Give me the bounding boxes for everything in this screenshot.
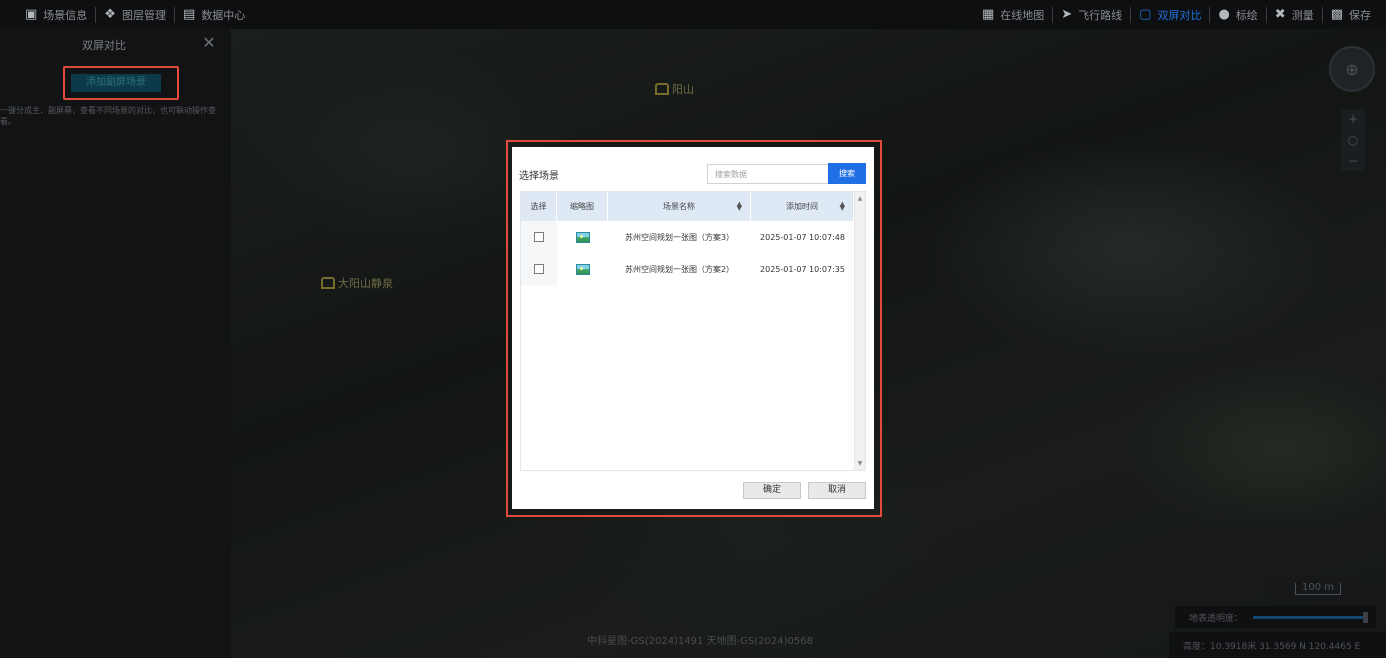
- column-header-time-label: 添加时间: [786, 202, 818, 211]
- map-label-text: 阳山: [672, 83, 694, 96]
- image-thumbnail-icon: [575, 231, 590, 243]
- toolbar-save-label: 保存: [1349, 8, 1371, 22]
- image-thumbnail-icon: [575, 263, 590, 275]
- sort-icon[interactable]: ▲ ▼: [737, 201, 742, 212]
- place-pin-icon: [321, 277, 335, 289]
- dual-screen-icon: ▢: [1139, 7, 1152, 22]
- toolbar-separator: [173, 6, 175, 23]
- toolbar-data-center[interactable]: ▤ 数据中心: [178, 0, 250, 29]
- online-map-icon: ▦: [981, 7, 995, 22]
- add-secondary-scene-button[interactable]: 添加副屏场景: [71, 74, 161, 92]
- search-input[interactable]: [707, 164, 829, 184]
- table-row[interactable]: 苏州空间规划一张图（方案3） 2025-01-07 10:07:48: [521, 221, 854, 253]
- flight-route-icon: ➤: [1061, 7, 1073, 22]
- toolbar-separator: [1265, 6, 1267, 23]
- table-row[interactable]: 苏州空间规划一张图（方案2） 2025-01-07 10:07:35: [521, 253, 854, 285]
- zoom-in-icon[interactable]: +: [1348, 112, 1358, 126]
- scene-table: 选择 缩略图 场景名称 ▲ ▼ 添加时间 ▲ ▼ 苏州空间规划一张图（方案3） …: [520, 191, 866, 471]
- toolbar-layer-manage[interactable]: ❖ 图层管理: [99, 0, 171, 29]
- cancel-button[interactable]: 取消: [808, 482, 866, 499]
- top-toolbar: ▣ 场景信息 ❖ 图层管理 ▤ 数据中心 ▦ 在线地图 ➤ 飞行路线 ▢ 双屏对…: [0, 0, 1386, 29]
- row-thumbnail-cell: [557, 253, 608, 285]
- map-attribution: 中科星图-GS(2024)1491 天地图-GS(2024)0568: [587, 636, 813, 647]
- map-label-place: 阳山: [655, 81, 694, 97]
- column-header-select: 选择: [521, 192, 557, 221]
- annotate-icon: ●: [1218, 7, 1230, 22]
- table-header: 选择 缩略图 场景名称 ▲ ▼ 添加时间 ▲ ▼: [521, 192, 854, 221]
- close-icon[interactable]: ✕: [201, 35, 217, 51]
- confirm-button[interactable]: 确定: [743, 482, 801, 499]
- ground-opacity-control: 地表透明度：: [1175, 606, 1376, 628]
- row-add-time: 2025-01-07 10:07:35: [760, 264, 845, 274]
- panel-description: 一键分成主、副屏幕，查看不同场景的对比，也可联动操作查看。: [0, 106, 216, 126]
- opacity-slider-handle[interactable]: [1363, 611, 1369, 623]
- toolbar-online-map[interactable]: ▦ 在线地图: [977, 0, 1049, 29]
- save-icon: ▩: [1330, 7, 1343, 22]
- toolbar-measure-label: 测量: [1291, 8, 1314, 22]
- dialog-title: 选择场景: [519, 171, 559, 182]
- column-header-name-label: 场景名称: [663, 202, 695, 211]
- toolbar-measure[interactable]: ✖ 测量: [1270, 0, 1319, 29]
- data-center-icon: ▤: [182, 7, 196, 22]
- add-button-highlight: 添加副屏场景: [63, 66, 179, 100]
- select-scene-dialog: 选择场景 搜索 选择 缩略图 场景名称 ▲▼ 添加时间 ▲▼: [512, 147, 874, 509]
- zoom-reset-icon[interactable]: ○: [1348, 133, 1358, 147]
- row-add-time: 2025-01-07 10:07:48: [760, 232, 845, 242]
- measure-icon: ✖: [1274, 7, 1286, 22]
- row-select-cell: [521, 253, 557, 285]
- toolbar-left: ▣ 场景信息 ❖ 图层管理 ▤ 数据中心: [0, 0, 250, 29]
- row-select-cell: [521, 221, 557, 253]
- toolbar-separator: [1130, 6, 1132, 23]
- opacity-slider[interactable]: [1253, 611, 1369, 623]
- toolbar-separator: [1321, 6, 1323, 23]
- panel-title: 双屏对比: [82, 39, 126, 52]
- scroll-up-icon[interactable]: ▲: [855, 195, 865, 202]
- toolbar-data-center-label: 数据中心: [201, 8, 246, 22]
- toolbar-scene-info-label: 场景信息: [43, 8, 88, 22]
- toolbar-dual-screen-label: 双屏对比: [1157, 8, 1202, 22]
- scale-text: 100 m: [1294, 583, 1341, 595]
- map-label-place: 大阳山静泉: [321, 275, 393, 291]
- toolbar-scene-info[interactable]: ▣ 场景信息: [20, 0, 92, 29]
- toolbar-separator: [1209, 6, 1211, 23]
- toolbar-dual-screen[interactable]: ▢ 双屏对比: [1134, 0, 1206, 29]
- place-pin-icon: [655, 83, 669, 95]
- scale-bar: 100 m: [1269, 577, 1367, 601]
- search-button[interactable]: 搜索: [828, 163, 866, 184]
- compass-icon[interactable]: ⊕: [1329, 46, 1375, 92]
- row-thumbnail-cell: [557, 221, 608, 253]
- sort-icon[interactable]: ▲ ▼: [840, 201, 845, 212]
- opacity-label: 地表透明度：: [1189, 613, 1244, 624]
- map-label-text: 大阳山静泉: [338, 277, 393, 290]
- toolbar-annotate[interactable]: ● 标绘: [1213, 0, 1262, 29]
- toolbar-separator: [95, 6, 97, 23]
- scene-info-icon: ▣: [25, 7, 38, 22]
- row-scene-name: 苏州空间规划一张图（方案3）: [624, 232, 735, 242]
- table-scrollbar[interactable]: ▲ ▼: [854, 192, 865, 470]
- toolbar-layer-manage-label: 图层管理: [121, 8, 166, 22]
- coordinate-readout: 高度：10.3918米 31.3569 N 120.4465 E: [1169, 632, 1386, 658]
- column-header-thumbnail: 缩略图: [557, 192, 608, 221]
- layer-manage-icon: ❖: [104, 7, 116, 22]
- zoom-control: + ○ −: [1341, 109, 1365, 171]
- toolbar-separator: [1052, 6, 1054, 23]
- zoom-out-icon[interactable]: −: [1348, 154, 1358, 168]
- row-checkbox[interactable]: [534, 232, 544, 242]
- toolbar-right: ▦ 在线地图 ➤ 飞行路线 ▢ 双屏对比 ● 标绘 ✖ 测量 ▩ 保存: [977, 0, 1386, 29]
- row-scene-name: 苏州空间规划一张图（方案2）: [624, 264, 735, 274]
- column-header-name[interactable]: 场景名称 ▲ ▼: [608, 192, 751, 221]
- column-header-time[interactable]: 添加时间 ▲ ▼: [751, 192, 854, 221]
- toolbar-flight-route-label: 飞行路线: [1078, 8, 1123, 22]
- toolbar-annotate-label: 标绘: [1235, 8, 1258, 22]
- toolbar-save[interactable]: ▩ 保存: [1326, 0, 1376, 29]
- app-root: ▣ 场景信息 ❖ 图层管理 ▤ 数据中心 ▦ 在线地图 ➤ 飞行路线 ▢ 双屏对…: [0, 0, 1386, 658]
- toolbar-online-map-label: 在线地图: [1000, 8, 1045, 22]
- scroll-down-icon[interactable]: ▼: [855, 460, 865, 467]
- dual-screen-panel: 双屏对比 ✕ 添加副屏场景 一键分成主、副屏幕，查看不同场景的对比，也可联动操作…: [0, 29, 231, 658]
- toolbar-flight-route[interactable]: ➤ 飞行路线: [1056, 0, 1127, 29]
- row-checkbox[interactable]: [534, 264, 544, 274]
